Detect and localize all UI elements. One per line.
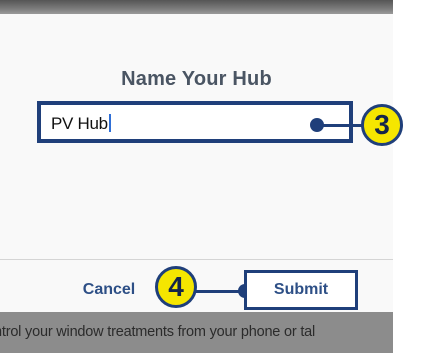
step-4-callout-badge: 4 bbox=[155, 266, 197, 308]
dialog-title: Name Your Hub bbox=[121, 68, 272, 90]
background-description-text: ntrol your window treatments from your p… bbox=[0, 324, 316, 340]
step-3-callout-badge: 3 bbox=[361, 104, 403, 146]
name-hub-dialog: Name Your Hub bbox=[0, 14, 393, 312]
dialog-button-divider bbox=[0, 259, 393, 260]
callout-4-connector bbox=[196, 290, 244, 293]
right-margin bbox=[393, 0, 428, 353]
cancel-button[interactable]: Cancel bbox=[64, 272, 154, 308]
callout-3-connector bbox=[318, 124, 364, 127]
text-caret bbox=[108, 114, 111, 132]
submit-button[interactable]: Submit bbox=[244, 270, 358, 310]
hub-name-value: PV Hub bbox=[51, 114, 111, 134]
background-overlay-top bbox=[0, 0, 393, 14]
background-page-strip: ntrol your window treatments from your p… bbox=[0, 312, 393, 353]
hub-name-input[interactable]: PV Hub bbox=[37, 101, 353, 143]
